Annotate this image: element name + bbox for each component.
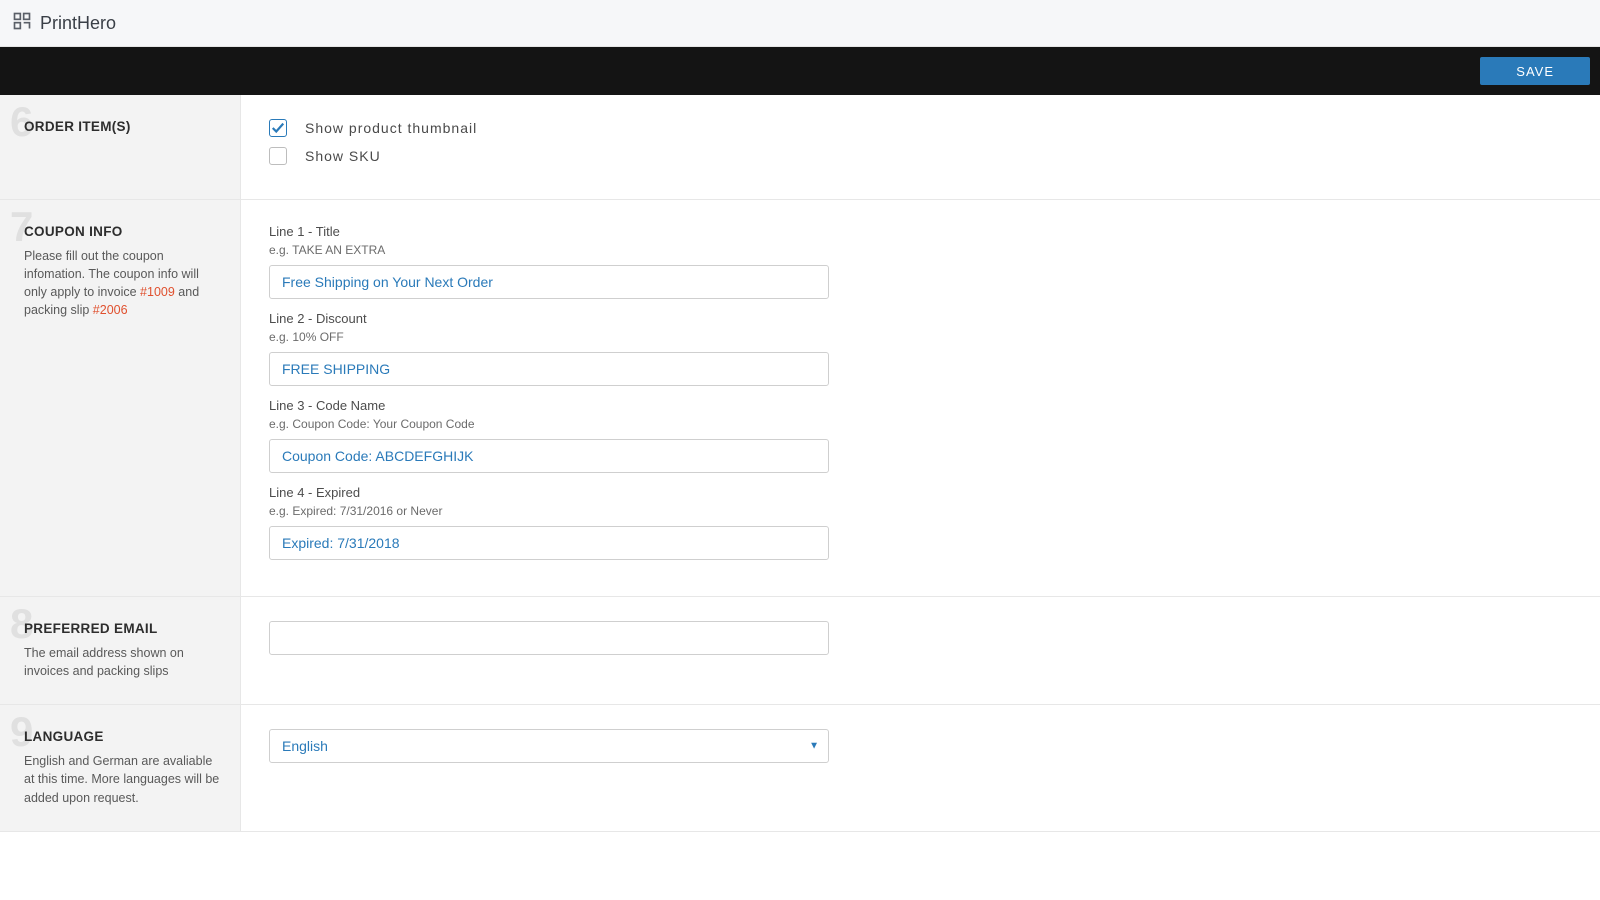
coupon-line4-hint: e.g. Expired: 7/31/2016 or Never xyxy=(269,504,1572,518)
save-button[interactable]: SAVE xyxy=(1480,57,1590,85)
checkbox-show-thumbnail[interactable] xyxy=(269,119,287,137)
app-logo: PrintHero xyxy=(12,11,116,36)
coupon-line1-input[interactable] xyxy=(269,265,829,299)
section-email-title: PREFERRED EMAIL xyxy=(24,621,222,636)
coupon-line4-input[interactable] xyxy=(269,526,829,560)
section-coupon-main: Line 1 - Title e.g. TAKE AN EXTRA Line 2… xyxy=(241,200,1600,596)
section-order-items-main: Show product thumbnail Show SKU xyxy=(241,95,1600,199)
app-name: PrintHero xyxy=(40,13,116,34)
section-email-desc: The email address shown on invoices and … xyxy=(24,644,222,680)
checkbox-show-sku-label: Show SKU xyxy=(305,148,381,164)
coupon-line2-label: Line 2 - Discount xyxy=(269,311,1572,326)
section-language-desc: English and German are avaliable at this… xyxy=(24,752,222,806)
section-language-side: 9 LANGUAGE English and German are avalia… xyxy=(0,705,241,830)
section-coupon-side: 7 COUPON INFO Please fill out the coupon… xyxy=(0,200,241,596)
section-coupon-desc: Please fill out the coupon infomation. T… xyxy=(24,247,222,320)
section-order-items-title: ORDER ITEM(S) xyxy=(24,119,222,134)
section-coupon: 7 COUPON INFO Please fill out the coupon… xyxy=(0,200,1600,597)
app-header: PrintHero xyxy=(0,0,1600,47)
coupon-invoice-ref: #1009 xyxy=(140,285,175,299)
section-order-items-side: 6 ORDER ITEM(S) xyxy=(0,95,241,199)
section-language-title: LANGUAGE xyxy=(24,729,222,744)
email-input[interactable] xyxy=(269,621,829,655)
section-language: 9 LANGUAGE English and German are avalia… xyxy=(0,705,1600,831)
section-email: 8 PREFERRED EMAIL The email address show… xyxy=(0,597,1600,705)
section-email-side: 8 PREFERRED EMAIL The email address show… xyxy=(0,597,241,704)
section-coupon-title: COUPON INFO xyxy=(24,224,222,239)
coupon-line3-label: Line 3 - Code Name xyxy=(269,398,1572,413)
coupon-line2-input[interactable] xyxy=(269,352,829,386)
coupon-line4-label: Line 4 - Expired xyxy=(269,485,1572,500)
app-logo-icon xyxy=(12,11,32,36)
coupon-line3-hint: e.g. Coupon Code: Your Coupon Code xyxy=(269,417,1572,431)
checkbox-show-thumbnail-label: Show product thumbnail xyxy=(305,120,477,136)
section-order-items: 6 ORDER ITEM(S) Show product thumbnail S… xyxy=(0,95,1600,200)
section-language-main: English ▼ xyxy=(241,705,1600,830)
language-select[interactable]: English xyxy=(269,729,829,763)
coupon-line1-hint: e.g. TAKE AN EXTRA xyxy=(269,243,1572,257)
section-email-main xyxy=(241,597,1600,704)
action-bar: SAVE xyxy=(0,47,1600,95)
coupon-line3-input[interactable] xyxy=(269,439,829,473)
coupon-line1-label: Line 1 - Title xyxy=(269,224,1572,239)
coupon-slip-ref: #2006 xyxy=(93,303,128,317)
checkbox-show-sku[interactable] xyxy=(269,147,287,165)
coupon-line2-hint: e.g. 10% OFF xyxy=(269,330,1572,344)
